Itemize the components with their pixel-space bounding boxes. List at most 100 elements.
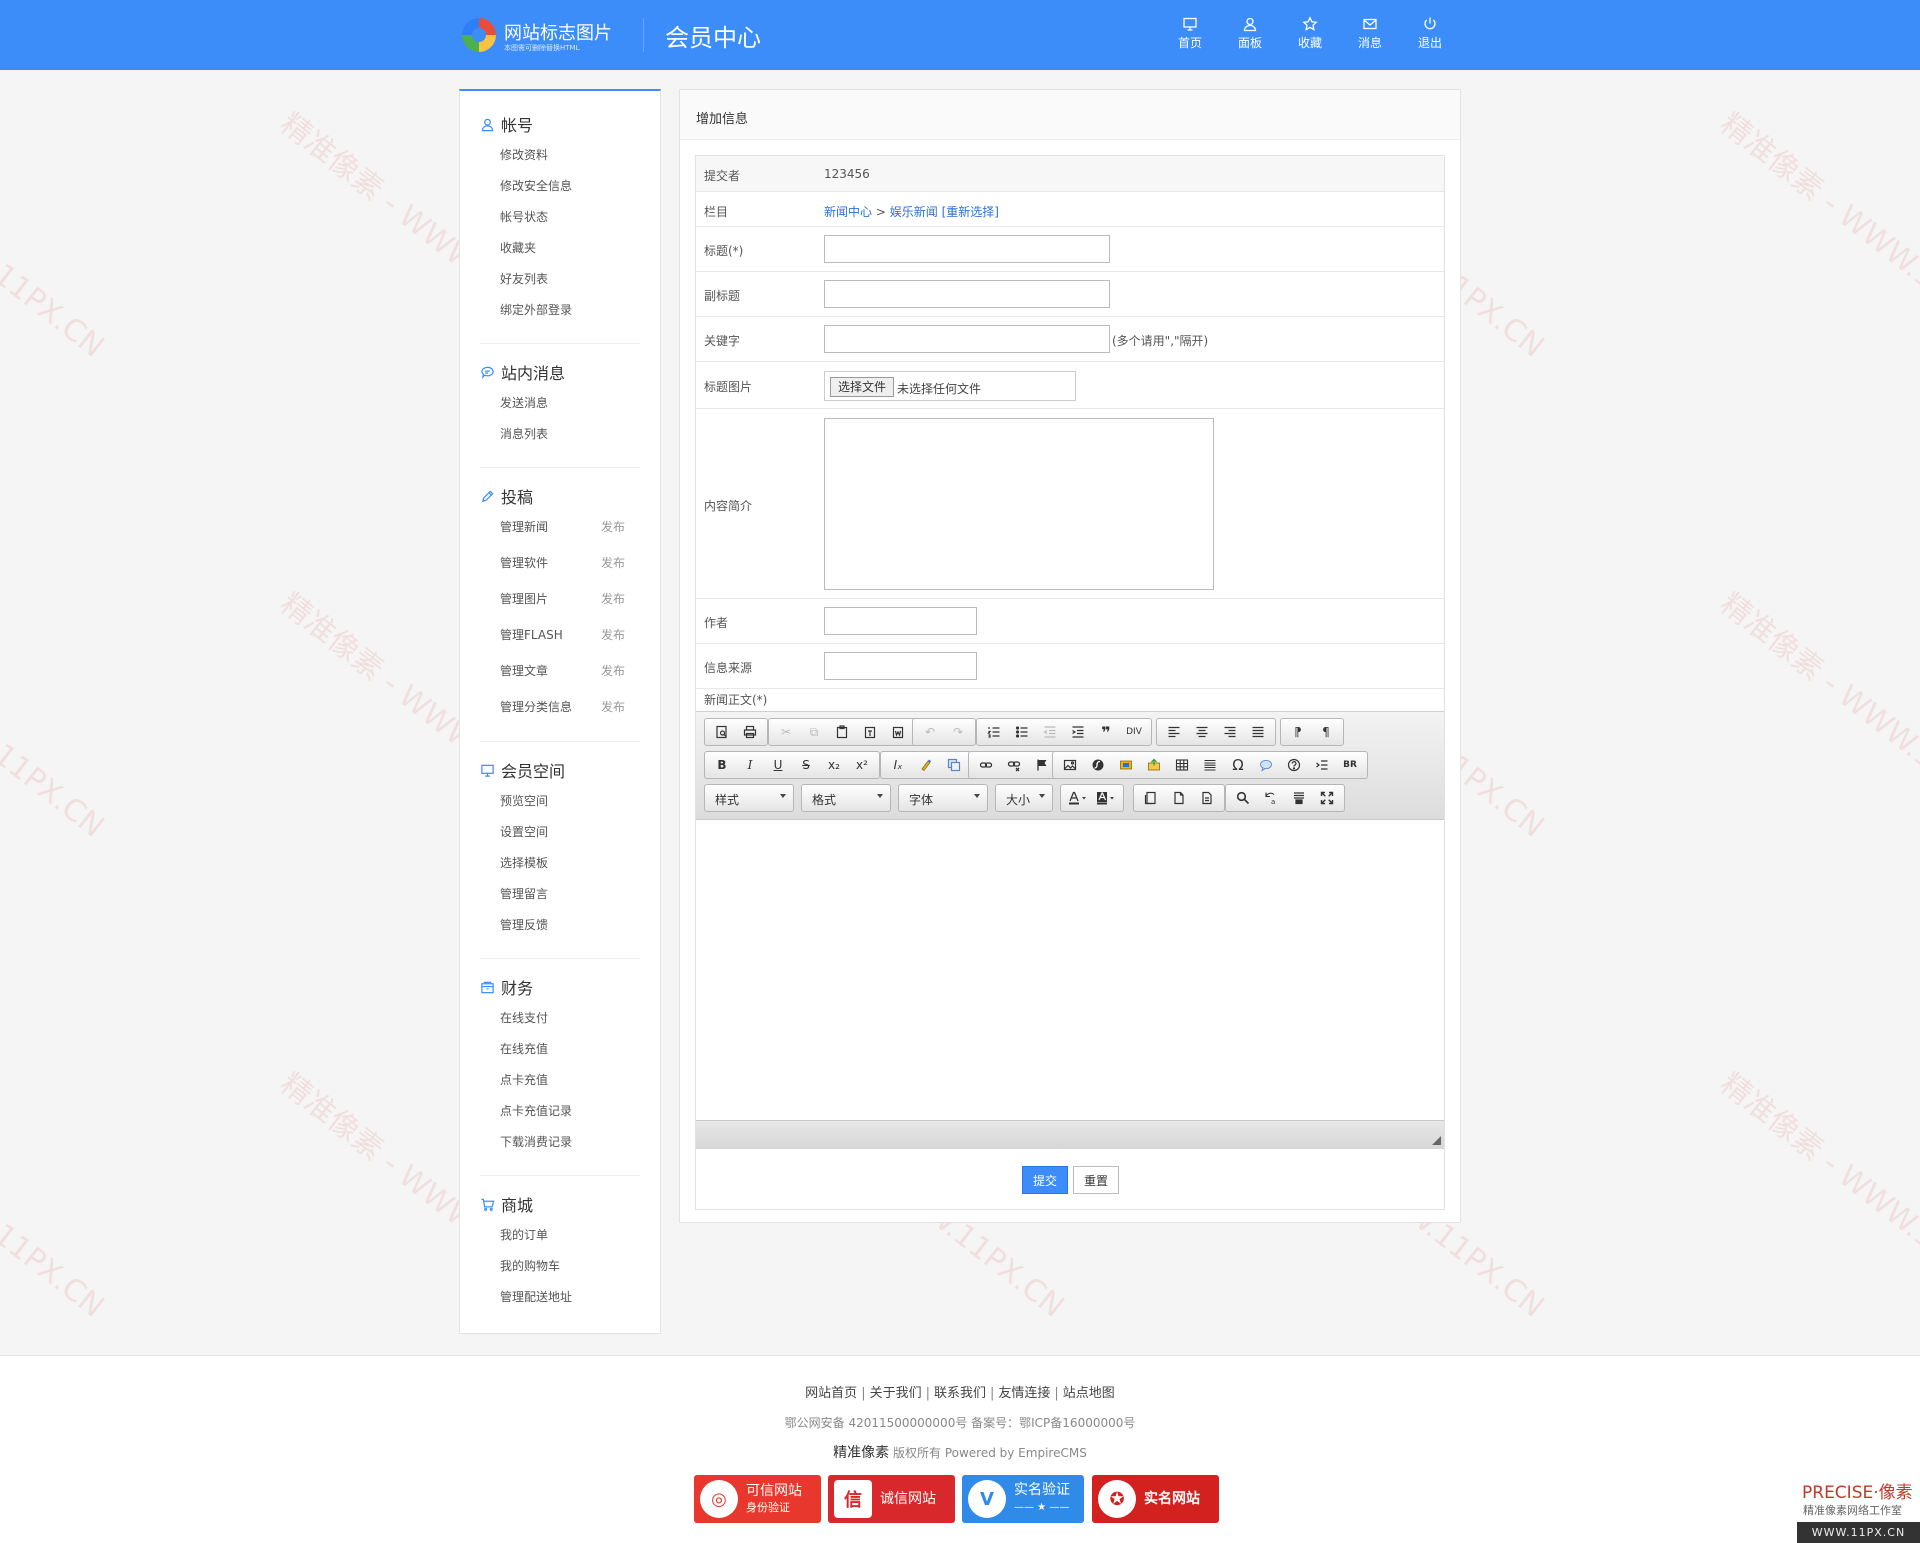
image-icon[interactable] — [1056, 753, 1084, 777]
redo-icon[interactable]: ↷ — [944, 720, 972, 744]
unlink-icon[interactable] — [1000, 753, 1028, 777]
sidebar-item-manage-flash[interactable]: 管理FLASH — [500, 626, 563, 643]
paste-word-icon[interactable] — [884, 720, 912, 744]
bullet-list-icon[interactable] — [1008, 720, 1036, 744]
choose-file-button[interactable]: 选择文件 — [830, 377, 895, 397]
sidebar-item-manage-guestbook[interactable]: 管理留言 — [500, 885, 548, 902]
nav-home[interactable]: 首页 — [1160, 14, 1220, 58]
source-code-icon[interactable] — [1137, 786, 1165, 810]
nav-favorites[interactable]: 收藏 — [1280, 14, 1340, 58]
sidebar-item-manage-images[interactable]: 管理图片 — [500, 590, 548, 607]
background-color-icon[interactable] — [1092, 786, 1120, 810]
find-icon[interactable] — [1229, 786, 1257, 810]
sidebar-item-manage-classified[interactable]: 管理分类信息 — [500, 698, 572, 715]
sidebar-item-manage-feedback[interactable]: 管理反馈 — [500, 916, 548, 933]
publish-news-link[interactable]: 发布 — [601, 518, 625, 535]
sidebar-item-my-orders[interactable]: 我的订单 — [500, 1226, 548, 1243]
undo-icon[interactable]: ↶ — [916, 720, 944, 744]
flash-icon[interactable] — [1084, 753, 1112, 777]
title-image-file-input[interactable]: 选择文件 未选择任何文件 — [824, 371, 1076, 401]
replace-icon[interactable]: a — [1257, 786, 1285, 810]
indent-icon[interactable] — [1064, 720, 1092, 744]
align-left-icon[interactable] — [1160, 720, 1188, 744]
submit-button[interactable]: 提交 — [1022, 1166, 1068, 1194]
text-rtl-icon[interactable]: ¶ — [1312, 720, 1340, 744]
size-dropdown[interactable]: 大小 — [995, 784, 1053, 812]
help-icon[interactable] — [1280, 753, 1308, 777]
resize-grip-icon[interactable] — [1432, 1136, 1441, 1145]
sidebar-item-friends[interactable]: 好友列表 — [500, 270, 548, 287]
summary-textarea[interactable] — [824, 418, 1214, 590]
footer-link-home[interactable]: 网站首页 — [805, 1386, 857, 1401]
preview-icon[interactable] — [708, 720, 736, 744]
column-reselect-link[interactable]: [重新选择] — [942, 205, 999, 219]
sidebar-item-online-payment[interactable]: 在线支付 — [500, 1009, 548, 1026]
sidebar-item-security-info[interactable]: 修改安全信息 — [500, 177, 572, 194]
reset-button[interactable]: 重置 — [1073, 1166, 1119, 1194]
upload-file-icon[interactable] — [1140, 753, 1168, 777]
site-logo[interactable]: 网站标志图片 本图需可删除替换HTML — [462, 16, 622, 54]
sidebar-item-choose-template[interactable]: 选择模板 — [500, 854, 548, 871]
align-justify-icon[interactable] — [1244, 720, 1272, 744]
italic-icon[interactable]: I — [736, 753, 764, 777]
sidebar-item-my-cart[interactable]: 我的购物车 — [500, 1257, 560, 1274]
outdent-icon[interactable] — [1036, 720, 1064, 744]
badge-trusted-site[interactable]: ◎ 可信网站 身份验证 — [694, 1475, 821, 1523]
author-input[interactable] — [824, 607, 977, 635]
sidebar-item-account-status[interactable]: 帐号状态 — [500, 208, 548, 225]
sidebar-item-space-settings[interactable]: 设置空间 — [500, 823, 548, 840]
div-container-icon[interactable]: DIV — [1120, 720, 1148, 744]
sidebar-item-card-recharge[interactable]: 点卡充值 — [500, 1071, 548, 1088]
sidebar-item-external-login[interactable]: 绑定外部登录 — [500, 301, 572, 318]
footer-link-contact[interactable]: 联系我们 — [934, 1386, 986, 1401]
smiley-icon[interactable] — [1252, 753, 1280, 777]
align-right-icon[interactable] — [1216, 720, 1244, 744]
blockquote-icon[interactable]: ❞ — [1092, 720, 1120, 744]
special-char-icon[interactable]: Ω — [1224, 753, 1252, 777]
cut-icon[interactable]: ✂ — [772, 720, 800, 744]
publish-software-link[interactable]: 发布 — [601, 554, 625, 571]
media-icon[interactable] — [1112, 753, 1140, 777]
paste-text-icon[interactable] — [856, 720, 884, 744]
sidebar-item-card-recharge-log[interactable]: 点卡充值记录 — [500, 1102, 572, 1119]
numbered-list-icon[interactable] — [980, 720, 1008, 744]
maximize-icon[interactable] — [1313, 786, 1341, 810]
table-icon[interactable] — [1168, 753, 1196, 777]
sidebar-item-manage-articles[interactable]: 管理文章 — [500, 662, 548, 679]
sidebar-item-manage-software[interactable]: 管理软件 — [500, 554, 548, 571]
editor-content-area[interactable] — [696, 820, 1444, 1120]
badge-realname-site[interactable]: ✪ 实名网站 — [1092, 1475, 1219, 1523]
publish-images-link[interactable]: 发布 — [601, 590, 625, 607]
nav-panel[interactable]: 面板 — [1220, 14, 1280, 58]
strikethrough-icon[interactable]: S — [792, 753, 820, 777]
text-ltr-icon[interactable]: ⁋ — [1284, 720, 1312, 744]
sidebar-item-manage-news[interactable]: 管理新闻 — [500, 518, 548, 535]
styles-dropdown[interactable]: 样式 — [704, 784, 794, 812]
sidebar-item-edit-profile[interactable]: 修改资料 — [500, 146, 548, 163]
link-icon[interactable] — [972, 753, 1000, 777]
nav-messages[interactable]: 消息 — [1340, 14, 1400, 58]
sidebar-item-message-list[interactable]: 消息列表 — [500, 425, 548, 442]
pagination-icon[interactable]: BR — [1336, 753, 1364, 777]
publish-flash-link[interactable]: 发布 — [601, 626, 625, 643]
remove-format-icon[interactable]: Iₓ — [884, 753, 912, 777]
subtitle-input[interactable] — [824, 280, 1110, 308]
nav-logout[interactable]: 退出 — [1400, 14, 1460, 58]
templates-icon[interactable] — [940, 753, 968, 777]
sidebar-item-download-log[interactable]: 下载消费记录 — [500, 1133, 572, 1150]
text-color-icon[interactable] — [1064, 786, 1092, 810]
align-center-icon[interactable] — [1188, 720, 1216, 744]
badge-realname-verify[interactable]: V 实名验证 —— ★ —— — [962, 1475, 1084, 1523]
sidebar-item-send-message[interactable]: 发送消息 — [500, 394, 548, 411]
new-page-icon[interactable] — [1165, 786, 1193, 810]
sidebar-item-favorites[interactable]: 收藏夹 — [500, 239, 536, 256]
copy-icon[interactable]: ⧉ — [800, 720, 828, 744]
subscript-icon[interactable]: x₂ — [820, 753, 848, 777]
superscript-icon[interactable]: x² — [848, 753, 876, 777]
title-input[interactable] — [824, 235, 1110, 263]
footer-link-about[interactable]: 关于我们 — [870, 1386, 922, 1401]
source-input[interactable] — [824, 652, 977, 680]
column-entertainment-link[interactable]: 娱乐新闻 — [890, 205, 938, 219]
print-icon[interactable] — [736, 720, 764, 744]
footer-link-friends[interactable]: 友情连接 — [998, 1386, 1050, 1401]
